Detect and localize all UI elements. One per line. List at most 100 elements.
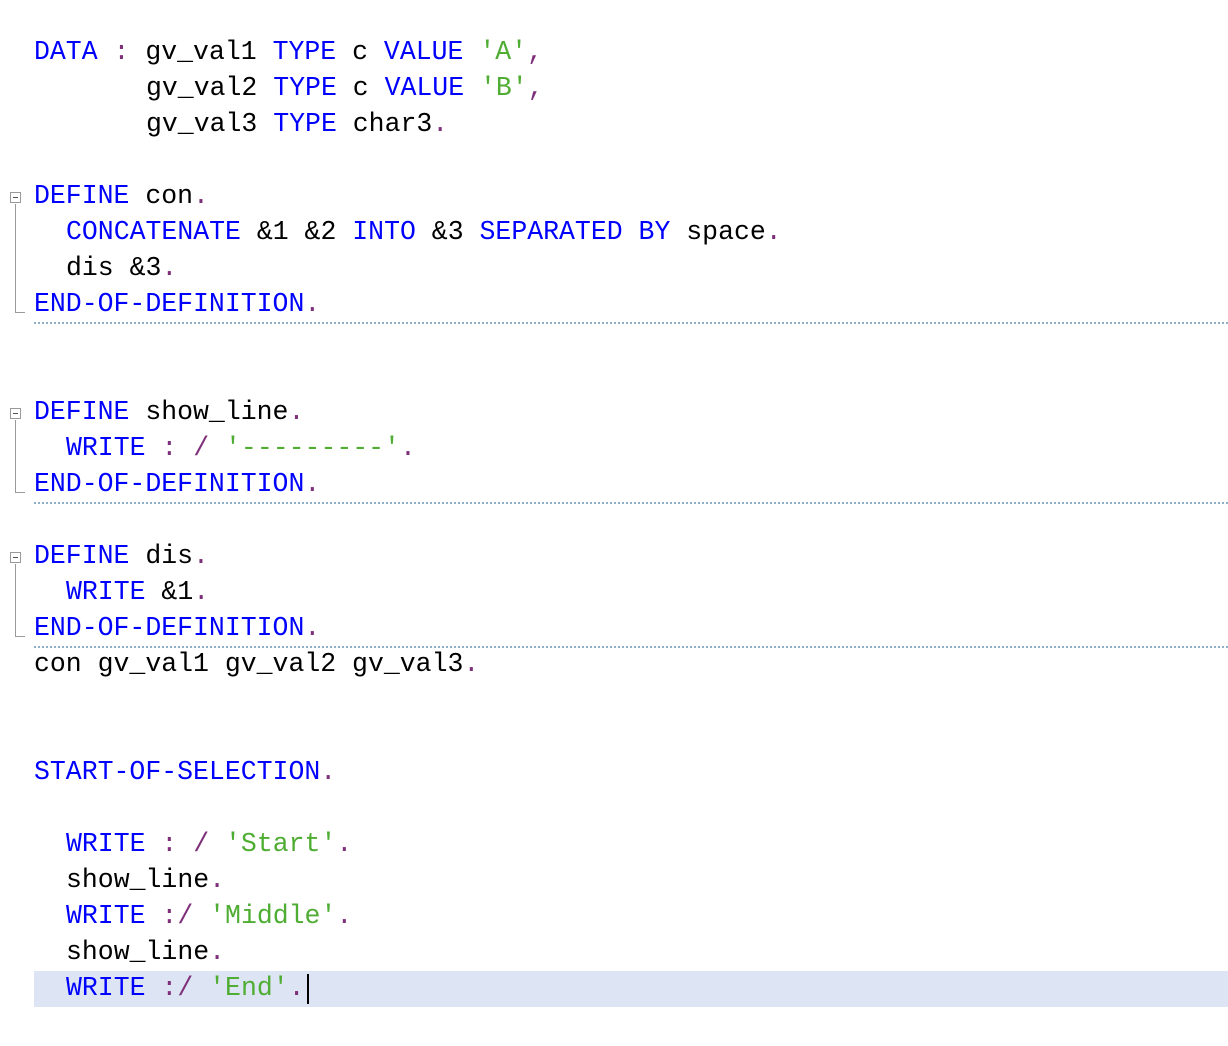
identifier-token: char3	[336, 109, 433, 139]
code-text: END-OF-DEFINITION.	[34, 610, 320, 646]
code-text: DEFINE dis.	[34, 538, 209, 574]
symbol-token: .	[304, 613, 321, 643]
code-line-start-of-selection[interactable]: START-OF-SELECTION.	[0, 754, 1228, 790]
code-line-data-declaration[interactable]: DATA : gv_val1 TYPE c VALUE 'A',	[0, 34, 1228, 70]
code-line-macro-call[interactable]: show_line.	[0, 862, 1228, 898]
code-line-define[interactable]: DEFINE con.	[0, 178, 1228, 214]
code-text: WRITE : / 'Start'.	[66, 826, 352, 862]
keyword-token: END-OF-DEFINITION	[34, 613, 305, 643]
code-line-end-of-definition[interactable]: END-OF-DEFINITION.	[0, 286, 1228, 322]
code-text: END-OF-DEFINITION.	[34, 286, 320, 322]
string-literal-token: 'Middle'	[209, 901, 337, 931]
string-literal-token: 'Start'	[225, 829, 337, 859]
code-text: WRITE : / '---------'.	[66, 430, 416, 466]
code-line-write-current[interactable]: WRITE :/ 'End'.	[0, 970, 1228, 1006]
code-text: show_line.	[66, 862, 225, 898]
keyword-token: END-OF-DEFINITION	[34, 289, 305, 319]
code-line-write[interactable]: WRITE :/ 'Middle'.	[0, 898, 1228, 934]
abap-code-editor[interactable]: DATA : gv_val1 TYPE c VALUE 'A', gv_val2…	[0, 0, 1228, 1046]
keyword-token: WRITE	[66, 829, 146, 859]
symbol-token: .	[463, 649, 480, 679]
identifier-token: show_line	[66, 937, 210, 967]
keyword-token: WRITE	[66, 973, 146, 1003]
definition-separator	[34, 322, 1228, 324]
identifier-token: con gv_val1 gv_val2 gv_val3	[34, 649, 464, 679]
symbol-token: .	[161, 253, 178, 283]
code-line-define[interactable]: DEFINE show_line.	[0, 394, 1228, 430]
symbol-token: .	[320, 757, 337, 787]
code-text: gv_val2 TYPE c VALUE 'B',	[146, 70, 544, 106]
identifier-token: space	[670, 217, 766, 247]
keyword-token: SEPARATED BY	[479, 217, 671, 247]
code-text: WRITE :/ 'Middle'.	[66, 898, 352, 934]
code-line-end-of-definition[interactable]: END-OF-DEFINITION.	[0, 610, 1228, 646]
code-line-data-declaration[interactable]: gv_val2 TYPE c VALUE 'B',	[0, 70, 1228, 106]
keyword-token: TYPE	[273, 109, 337, 139]
code-text: CONCATENATE &1 &2 INTO &3 SEPARATED BY s…	[66, 214, 782, 250]
code-text: dis &3.	[66, 250, 177, 286]
code-line-data-declaration[interactable]: gv_val3 TYPE char3.	[0, 106, 1228, 142]
symbol-token: .	[288, 973, 305, 1003]
code-text: START-OF-SELECTION.	[34, 754, 336, 790]
text-cursor	[307, 974, 309, 1004]
string-literal-token: 'End'	[209, 973, 289, 1003]
code-text: WRITE :/ 'End'.	[66, 970, 305, 1006]
symbol-token: .	[336, 901, 353, 931]
identifier-token: gv_val3	[146, 109, 274, 139]
code-text: END-OF-DEFINITION.	[34, 466, 320, 502]
keyword-token: VALUE	[384, 73, 465, 103]
identifier-token: show_line	[129, 397, 289, 427]
symbol-token: ,	[527, 73, 544, 103]
keyword-token: DEFINE	[34, 397, 130, 427]
keyword-token: DEFINE	[34, 541, 130, 571]
identifier-token: gv_val1	[145, 37, 273, 67]
symbol-token: .	[336, 829, 353, 859]
string-literal-token: 'A'	[479, 37, 528, 67]
string-literal-token: '---------'	[225, 433, 400, 463]
symbol-token: .	[193, 541, 209, 571]
code-line-macro-call[interactable]: show_line.	[0, 934, 1228, 970]
identifier-token	[463, 37, 479, 67]
identifier-token: show_line	[66, 865, 210, 895]
symbol-token: : /	[145, 433, 226, 463]
symbol-token: .	[304, 289, 321, 319]
code-line-write[interactable]: WRITE &1.	[0, 574, 1228, 610]
code-line-macro-call[interactable]: con gv_val1 gv_val2 gv_val3.	[0, 646, 1228, 682]
code-text: DATA : gv_val1 TYPE c VALUE 'A',	[34, 34, 543, 70]
symbol-token: .	[209, 865, 226, 895]
string-literal-token: 'B'	[480, 73, 528, 103]
code-line-write[interactable]: WRITE : / '---------'.	[0, 430, 1228, 466]
identifier-token: gv_val2	[146, 73, 274, 103]
identifier-token: &1	[145, 577, 194, 607]
symbol-token: .	[193, 181, 209, 211]
code-line-concatenate[interactable]: CONCATENATE &1 &2 INTO &3 SEPARATED BY s…	[0, 214, 1228, 250]
code-text: show_line.	[66, 934, 225, 970]
symbol-token: :	[97, 37, 146, 67]
code-line-end-of-definition[interactable]: END-OF-DEFINITION.	[0, 466, 1228, 502]
keyword-token: WRITE	[66, 433, 146, 463]
keyword-token: TYPE	[273, 73, 337, 103]
code-text: DEFINE con.	[34, 178, 209, 214]
code-line-write[interactable]: WRITE : / 'Start'.	[0, 826, 1228, 862]
code-text: DEFINE show_line.	[34, 394, 304, 430]
keyword-token: CONCATENATE	[66, 217, 241, 247]
keyword-token: WRITE	[66, 577, 146, 607]
symbol-token: :/	[145, 973, 210, 1003]
definition-separator	[34, 502, 1228, 504]
symbol-token: .	[765, 217, 782, 247]
identifier-token: dis &3	[66, 253, 162, 283]
identifier-token: c	[336, 73, 385, 103]
keyword-token: START-OF-SELECTION	[34, 757, 321, 787]
symbol-token: .	[304, 469, 321, 499]
symbol-token: .	[399, 433, 416, 463]
code-line-define[interactable]: DEFINE dis.	[0, 538, 1228, 574]
keyword-token: INTO	[352, 217, 416, 247]
keyword-token: DEFINE	[34, 181, 130, 211]
code-line-macro-call[interactable]: dis &3.	[0, 250, 1228, 286]
symbol-token: .	[288, 397, 305, 427]
code-text: WRITE &1.	[66, 574, 209, 610]
code-text: con gv_val1 gv_val2 gv_val3.	[34, 646, 479, 682]
symbol-token: ,	[527, 37, 543, 67]
identifier-token: &3	[415, 217, 480, 247]
keyword-token: END-OF-DEFINITION	[34, 469, 305, 499]
